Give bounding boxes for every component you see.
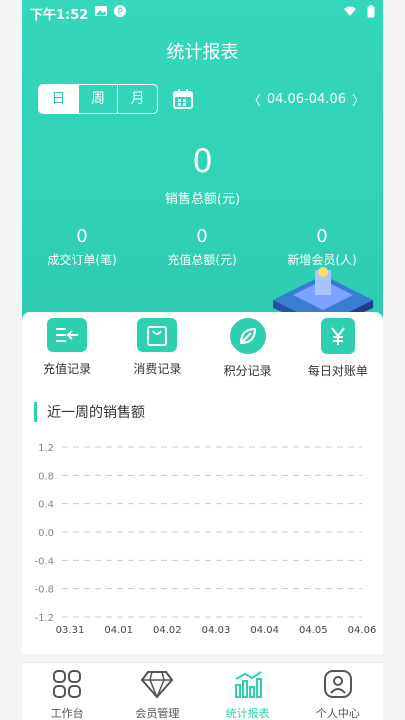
total-sales-label: 销售总额(元) (164, 192, 241, 207)
total-sales-value: 0 (192, 142, 213, 180)
date-range-label: 04.06-04.06 (266, 92, 346, 107)
quick-actions: 充值记录 消费记录 积分记录 每日对账单 (22, 312, 383, 392)
tab-label: 工作台 (50, 707, 84, 720)
chart-title: 近一周的销售额 (34, 402, 145, 422)
y-tick-label: -1.2 (34, 613, 54, 624)
x-tick-label: 04.01 (104, 625, 133, 636)
stat-recharge-value: 0 (196, 226, 208, 247)
x-tick-label: 03.31 (56, 625, 85, 636)
tab-month[interactable]: 月 (118, 85, 157, 113)
x-tick-label: 04.04 (250, 625, 279, 636)
image-icon (94, 5, 108, 21)
stat-members-value: 0 (316, 226, 328, 247)
action-label: 积分记录 (223, 364, 272, 378)
page-title: 统计报表 (166, 42, 239, 63)
tab-workbench[interactable]: 工作台 (22, 663, 112, 720)
person-icon (323, 669, 353, 703)
x-tick-label: 04.03 (202, 625, 231, 636)
header-panel: 下午1:52 P 统计报表 日 周 月 〈 04.06-04.06 〉 0 销售… (22, 0, 383, 330)
grid-icon (52, 669, 82, 703)
prev-range-button[interactable]: 〈 (248, 90, 261, 109)
action-label: 每日对账单 (307, 364, 368, 378)
recharge-icon (47, 318, 88, 352)
stat-orders-value: 0 (76, 226, 88, 247)
x-tick-label: 04.05 (299, 625, 328, 636)
date-range: 〈 04.06-04.06 〉 (248, 90, 365, 109)
battery-icon (367, 4, 375, 22)
tab-statistics[interactable]: 统计报表 (203, 663, 293, 720)
stat-recharge: 0 充值总额(元) (142, 226, 262, 268)
action-label: 消费记录 (133, 362, 182, 376)
y-tick-label: -0.4 (34, 556, 54, 567)
y-tick-label: 0.4 (38, 500, 54, 511)
tab-members[interactable]: 会员管理 (112, 663, 202, 720)
bar-chart-icon (232, 669, 264, 703)
y-tick-label: 0.0 (38, 528, 54, 539)
action-daily-statement[interactable]: 每日对账单 (293, 312, 383, 392)
shopping-bag-icon (137, 318, 178, 352)
wifi-icon (343, 6, 357, 21)
leaf-icon (229, 318, 266, 354)
sales-chart-card: 近一周的销售额 1.2 0.8 0.4 0.0 -0.4 -0.8 -1.2 03.31 04.… (22, 392, 383, 654)
y-tick-label: 1.2 (38, 443, 54, 454)
diamond-icon (140, 669, 174, 703)
y-tick-label: 0.8 (38, 471, 54, 482)
stat-orders-label: 成交订单(笔) (47, 253, 117, 267)
tab-week[interactable]: 周 (79, 85, 119, 113)
tab-label: 个人中心 (315, 707, 360, 720)
x-tick-label: 04.02 (153, 625, 182, 636)
action-recharge-records[interactable]: 充值记录 (22, 312, 112, 392)
svg-text:P: P (118, 8, 124, 18)
yen-icon (320, 318, 355, 354)
stat-recharge-label: 充值总额(元) (167, 253, 237, 267)
stat-orders: 0 成交订单(笔) (22, 226, 142, 268)
x-tick-label: 04.06 (348, 625, 377, 636)
bottom-tab-bar: 工作台 会员管理 统计报表 个人中心 (22, 662, 383, 720)
action-label: 充值记录 (43, 362, 92, 376)
tab-label: 统计报表 (225, 707, 270, 720)
next-range-button[interactable]: 〉 (352, 90, 365, 109)
calendar-icon[interactable] (172, 88, 194, 110)
status-time: 下午1:52 (30, 7, 89, 23)
action-consumption-records[interactable]: 消费记录 (112, 312, 202, 392)
tab-day[interactable]: 日 (39, 85, 79, 113)
period-selector: 日 周 月 (38, 84, 158, 114)
status-bar: 下午1:52 P (22, 0, 383, 26)
action-points-records[interactable]: 积分记录 (203, 312, 293, 392)
y-tick-label: -0.8 (34, 585, 54, 596)
parking-icon: P (114, 5, 127, 21)
tab-profile[interactable]: 个人中心 (293, 663, 383, 720)
sales-line-chart: 1.2 0.8 0.4 0.0 -0.4 -0.8 -1.203.31 04.01 04.02 0… (34, 443, 377, 636)
tab-label: 会员管理 (135, 707, 180, 720)
